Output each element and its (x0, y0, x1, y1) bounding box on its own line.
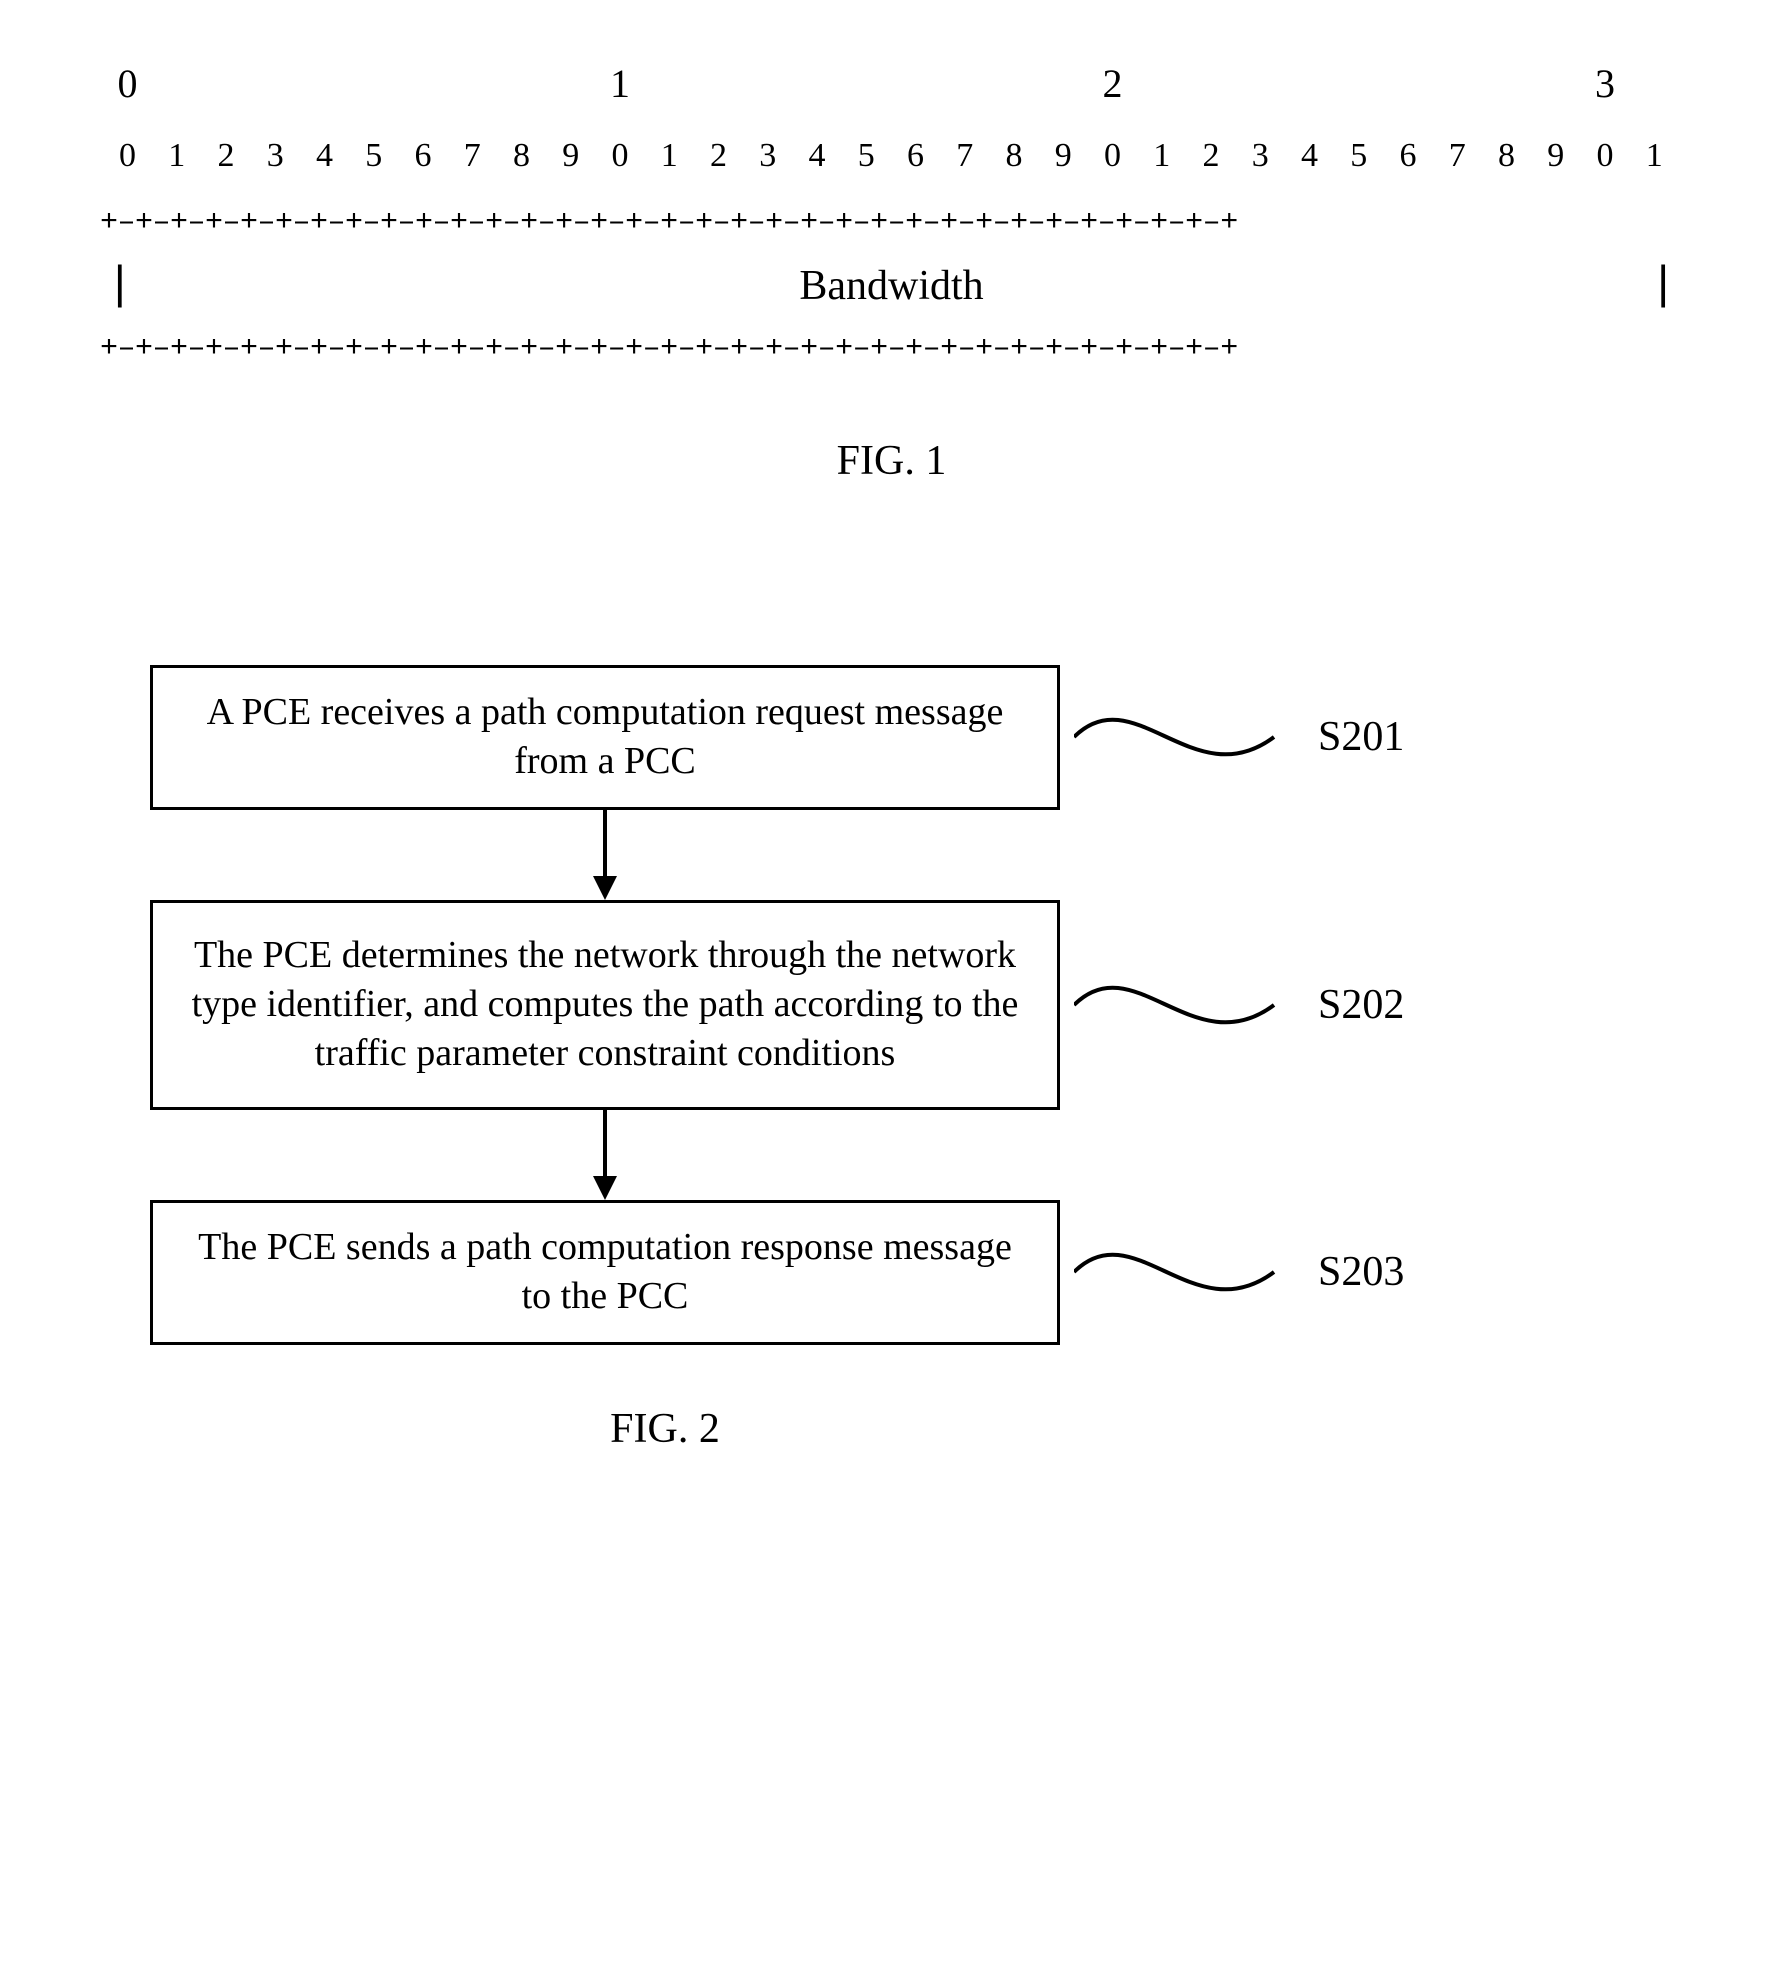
bit-units-digit: 9 (1040, 137, 1088, 175)
flow-box-text: The PCE sends a path computation respons… (198, 1226, 1012, 1317)
bit-tens-digit (695, 60, 743, 107)
flow-step-3: The PCE sends a path computation respons… (100, 1200, 1404, 1345)
flow-box-text: The PCE determines the network through t… (185, 931, 1025, 1079)
bit-tens-digit (547, 60, 595, 107)
bit-tens-digit (1631, 60, 1679, 107)
bit-units-digit: 4 (301, 137, 349, 175)
bit-tens-digit (744, 60, 792, 107)
figure-2-caption: FIG. 2 (150, 1405, 1180, 1453)
bit-units-digit: 0 (104, 137, 152, 175)
step-label-s202: S202 (1318, 981, 1404, 1029)
bit-tens-digit: 1 (597, 60, 645, 107)
bit-tens-digit (203, 60, 251, 107)
bit-units-digit: 7 (1434, 137, 1482, 175)
bit-units-digit: 4 (1286, 137, 1334, 175)
bit-tens-digit (1483, 60, 1531, 107)
bit-tens-digit (1040, 60, 1088, 107)
bit-scale-tens-row: 0 1 2 3 (100, 60, 1683, 107)
bit-units-digit: 8 (991, 137, 1039, 175)
bit-tens-digit (153, 60, 201, 107)
flow-box-s201: A PCE receives a path computation reques… (150, 665, 1060, 810)
bit-units-digit: 7 (941, 137, 989, 175)
bit-tens-digit (400, 60, 448, 107)
bit-units-digit: 7 (449, 137, 497, 175)
ascii-pipe-left: | (100, 260, 140, 312)
bit-units-digit: 6 (892, 137, 940, 175)
bit-units-digit: 0 (1582, 137, 1630, 175)
bit-tens-digit (350, 60, 398, 107)
arrow-down-1 (150, 810, 1060, 900)
flow-box-s202: The PCE determines the network through t… (150, 900, 1060, 1110)
bit-tens-digit (301, 60, 349, 107)
bit-units-digit: 1 (153, 137, 201, 175)
bit-units-digit: 1 (1138, 137, 1186, 175)
connector-s202 (1074, 965, 1304, 1045)
bit-units-digit: 8 (1483, 137, 1531, 175)
connector-s201 (1074, 697, 1304, 777)
bit-units-digit: 5 (843, 137, 891, 175)
figure-1: 0123 01234567890123456789012345678901 +–… (100, 60, 1683, 485)
bit-units-digit: 0 (1089, 137, 1137, 175)
flow-step-2: The PCE determines the network through t… (100, 900, 1404, 1110)
ascii-pipe-right: | (1643, 260, 1683, 312)
flow-step-1: A PCE receives a path computation reques… (100, 665, 1404, 810)
bit-units-digit: 0 (597, 137, 645, 175)
bit-units-digit: 3 (252, 137, 300, 175)
arrow-down-2 (150, 1110, 1060, 1200)
flow-box-s203: The PCE sends a path computation respons… (150, 1200, 1060, 1345)
figure-2: A PCE receives a path computation reques… (100, 665, 1683, 1453)
bit-tens-digit (1335, 60, 1383, 107)
ascii-border-bottom: +–+–+–+–+–+–+–+–+–+–+–+–+–+–+–+–+–+–+–+–… (100, 331, 1683, 367)
step-label-s201: S201 (1318, 713, 1404, 761)
bit-tens-digit (1434, 60, 1482, 107)
bit-units-digit: 5 (350, 137, 398, 175)
bit-tens-digit (498, 60, 546, 107)
bit-units-digit: 1 (646, 137, 694, 175)
bit-tens-digit: 0 (104, 60, 152, 107)
bit-units-digit: 6 (1385, 137, 1433, 175)
bit-units-digit: 9 (1532, 137, 1580, 175)
bit-units-digit: 9 (547, 137, 595, 175)
bit-tens-digit (1532, 60, 1580, 107)
bit-tens-digit (991, 60, 1039, 107)
connector-s203 (1074, 1232, 1304, 1312)
bit-scale-units-row: 01234567890123456789012345678901 (100, 137, 1683, 175)
bit-units-digit: 8 (498, 137, 546, 175)
bit-tens-digit (941, 60, 989, 107)
bit-units-digit: 5 (1335, 137, 1383, 175)
bit-tens-digit (794, 60, 842, 107)
bit-tens-digit (252, 60, 300, 107)
bit-tens-digit (843, 60, 891, 107)
bit-tens-digit (892, 60, 940, 107)
bitfield-label: Bandwidth (140, 262, 1644, 310)
bit-units-digit: 2 (695, 137, 743, 175)
bit-tens-digit: 2 (1089, 60, 1137, 107)
bit-tens-digit (1286, 60, 1334, 107)
ascii-border-top: +–+–+–+–+–+–+–+–+–+–+–+–+–+–+–+–+–+–+–+–… (100, 205, 1683, 241)
bit-tens-digit (449, 60, 497, 107)
bit-units-digit: 3 (744, 137, 792, 175)
bit-units-digit: 4 (794, 137, 842, 175)
figure-1-caption: FIG. 1 (100, 437, 1683, 485)
bit-units-digit: 2 (1188, 137, 1236, 175)
flow-box-text: A PCE receives a path computation reques… (207, 691, 1004, 782)
bit-tens-digit (1138, 60, 1186, 107)
bit-tens-digit (646, 60, 694, 107)
bit-units-digit: 1 (1631, 137, 1679, 175)
bit-units-digit: 6 (400, 137, 448, 175)
bit-tens-digit (1188, 60, 1236, 107)
bit-tens-digit (1237, 60, 1285, 107)
step-label-s203: S203 (1318, 1248, 1404, 1296)
bit-units-digit: 2 (203, 137, 251, 175)
bitfield-row: | Bandwidth | (100, 241, 1683, 331)
bit-units-digit: 3 (1237, 137, 1285, 175)
bit-tens-digit: 3 (1582, 60, 1630, 107)
bit-tens-digit (1385, 60, 1433, 107)
